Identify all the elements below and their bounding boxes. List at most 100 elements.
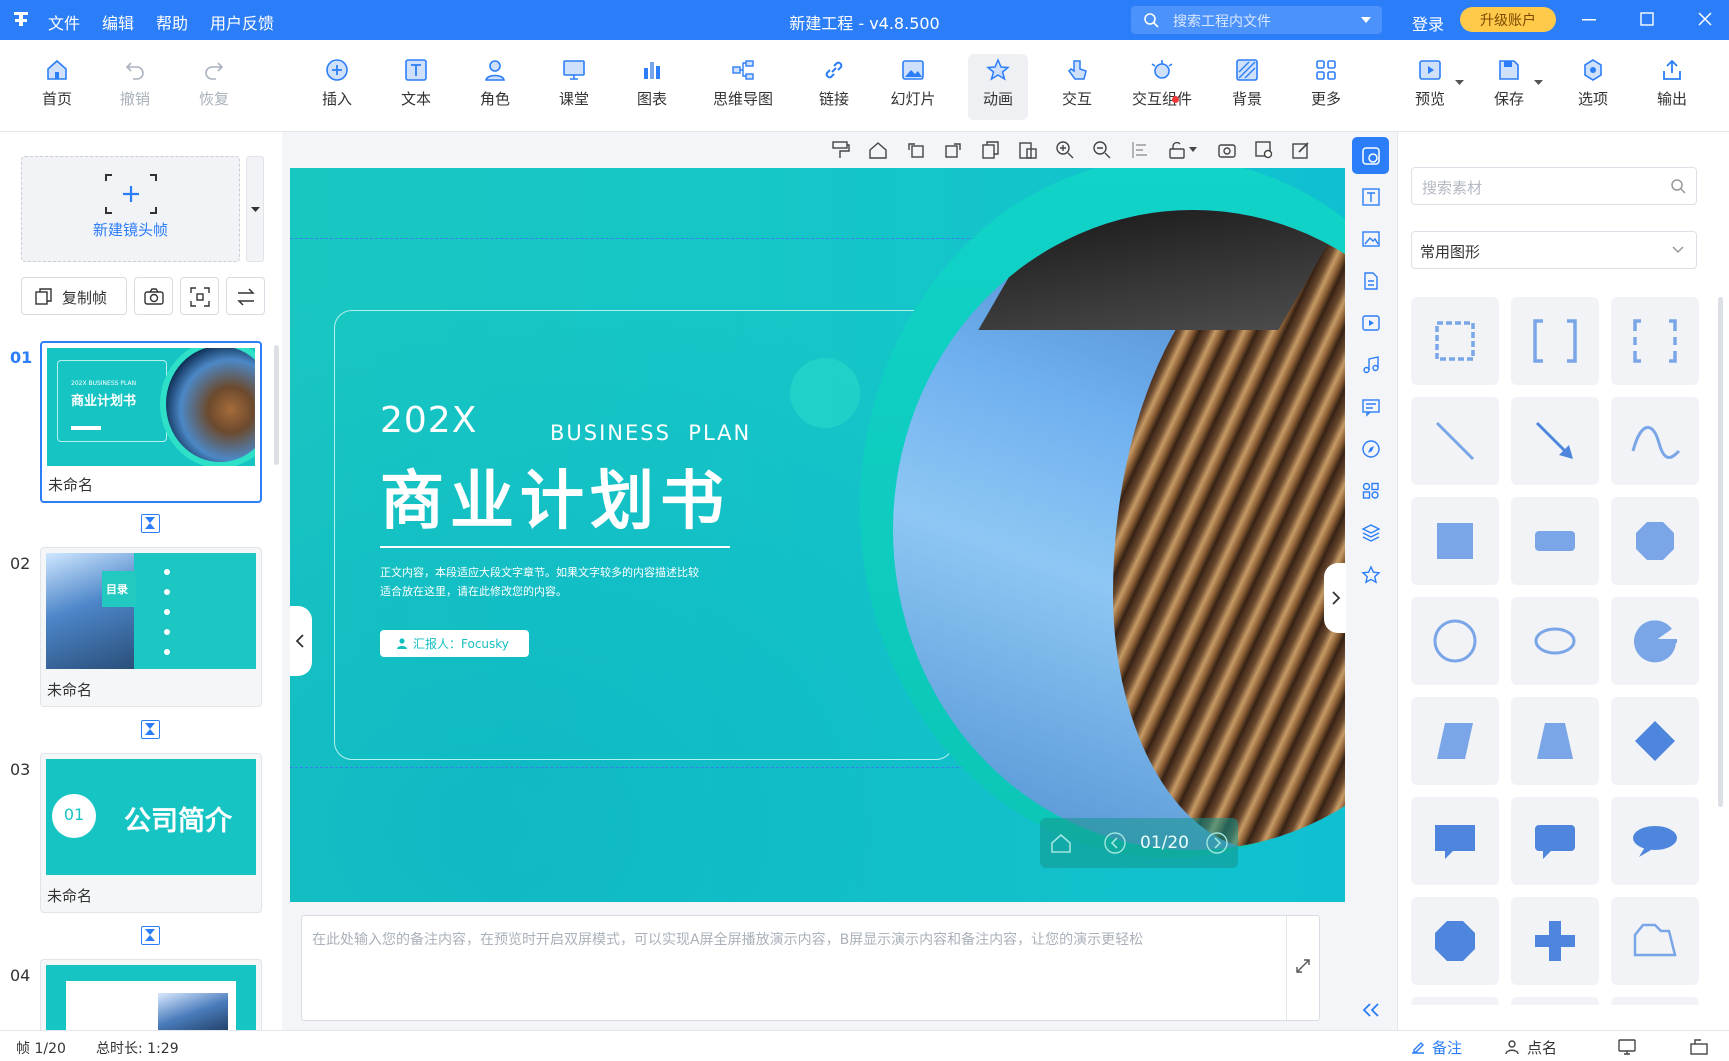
- menu-file[interactable]: 文件: [48, 10, 80, 34]
- collapse-right-button[interactable]: [1324, 563, 1346, 633]
- mindmap-button[interactable]: 思维导图: [703, 58, 783, 109]
- slide-thumb-4[interactable]: [40, 959, 262, 1031]
- screenshot-icon[interactable]: [1217, 140, 1237, 160]
- favorite-star-icon[interactable]: [1361, 565, 1381, 585]
- options-button[interactable]: 选项: [1558, 58, 1628, 109]
- login-button[interactable]: 登录: [1412, 11, 1444, 35]
- shape-frame-brackets[interactable]: [1511, 297, 1599, 385]
- preview-dropdown-icon[interactable]: [1455, 80, 1464, 86]
- insert-button[interactable]: 插入: [302, 58, 372, 109]
- minimize-icon[interactable]: [1582, 19, 1596, 21]
- paste-icon[interactable]: [1018, 140, 1038, 160]
- slide-thumb-3[interactable]: 01 公司简介 未命名: [40, 753, 262, 913]
- shape-line[interactable]: [1411, 397, 1499, 485]
- snapshot-button[interactable]: [134, 277, 173, 315]
- home-button[interactable]: 首页: [22, 58, 92, 109]
- text-button[interactable]: 文本: [381, 58, 451, 109]
- shape-frame-corners[interactable]: [1611, 297, 1699, 385]
- shape-octagon[interactable]: [1411, 897, 1499, 985]
- shape-parallelogram[interactable]: [1411, 697, 1499, 785]
- double-chevron-left-icon[interactable]: [1361, 1002, 1381, 1018]
- assets-scrollbar[interactable]: [1718, 297, 1723, 807]
- lock-dropdown-icon[interactable]: [1189, 147, 1197, 152]
- menu-help[interactable]: 帮助: [156, 10, 188, 34]
- format-painter-icon[interactable]: [831, 140, 851, 160]
- shape-octagon-rounded[interactable]: [1611, 497, 1699, 585]
- slide-thumb-1[interactable]: 202X BUSINESS PLAN 商业计划书 未命名: [40, 341, 262, 503]
- slide-thumb-2[interactable]: 目录 未命名: [40, 547, 262, 707]
- next-slide-icon[interactable]: [1206, 832, 1228, 854]
- shape-more[interactable]: [1611, 997, 1699, 1005]
- comment-icon[interactable]: [1361, 397, 1381, 417]
- close-icon[interactable]: [1698, 12, 1712, 26]
- swap-frame-button[interactable]: [226, 277, 265, 315]
- shape-curve[interactable]: [1611, 397, 1699, 485]
- shape-callout-oval[interactable]: [1611, 797, 1699, 885]
- link-button[interactable]: 链接: [799, 58, 869, 109]
- shape-arrow[interactable]: [1511, 397, 1599, 485]
- compass-icon[interactable]: [1361, 439, 1381, 459]
- home-view-icon[interactable]: [868, 140, 888, 160]
- upgrade-button[interactable]: 升级账户: [1460, 7, 1556, 32]
- rotate-left-icon[interactable]: [906, 140, 926, 160]
- settings-page-icon[interactable]: [1254, 140, 1274, 160]
- interact-button[interactable]: 交互: [1042, 58, 1112, 109]
- collapse-left-button[interactable]: [290, 606, 312, 676]
- transition-icon[interactable]: [141, 514, 160, 533]
- shape-square[interactable]: [1411, 497, 1499, 585]
- copy-icon[interactable]: [981, 140, 1001, 160]
- notes-input[interactable]: 在此处输入您的备注内容，在预览时开启双屏模式，可以实现A屏全屏播放演示内容，B屏…: [301, 915, 1320, 1021]
- window-mode-icon[interactable]: [1690, 1039, 1708, 1055]
- rotate-right-icon[interactable]: [943, 140, 963, 160]
- shape-frame-rect[interactable]: [1411, 297, 1499, 385]
- zoom-in-icon[interactable]: [1055, 140, 1075, 160]
- shape-cross[interactable]: [1511, 897, 1599, 985]
- frames-scrollbar[interactable]: [274, 345, 279, 465]
- prev-slide-icon[interactable]: [1104, 832, 1126, 854]
- shape-callout-rect[interactable]: [1411, 797, 1499, 885]
- apps-icon[interactable]: [1361, 481, 1381, 501]
- shape-pie[interactable]: [1611, 597, 1699, 685]
- copy-frame-button[interactable]: 复制帧: [21, 277, 127, 315]
- menu-edit[interactable]: 编辑: [102, 10, 134, 34]
- category-select[interactable]: 常用图形: [1411, 231, 1697, 269]
- document-icon[interactable]: [1361, 271, 1381, 291]
- background-button[interactable]: 背景: [1212, 58, 1282, 109]
- text-frame-icon[interactable]: [1361, 187, 1381, 207]
- shape-trapezoid[interactable]: [1511, 697, 1599, 785]
- export-button[interactable]: 输出: [1637, 58, 1707, 109]
- widgets-button[interactable]: 交互组件: [1124, 58, 1200, 109]
- transition-icon[interactable]: [141, 926, 160, 945]
- redo-button[interactable]: 恢复: [179, 58, 249, 109]
- animation-button[interactable]: 动画: [968, 54, 1028, 120]
- menu-feedback[interactable]: 用户反馈: [210, 10, 274, 34]
- save-dropdown-icon[interactable]: [1534, 80, 1543, 86]
- shape-more[interactable]: [1411, 997, 1499, 1005]
- maximize-icon[interactable]: [1640, 12, 1654, 26]
- slide-canvas[interactable]: 202X BUSINESS PLAN 商业计划书 正文内容，本段适应大段文字章节…: [290, 168, 1345, 902]
- expand-icon[interactable]: [1295, 958, 1311, 974]
- search-icon[interactable]: [1670, 178, 1686, 194]
- edit-icon[interactable]: [1291, 140, 1311, 160]
- lock-icon[interactable]: [1167, 140, 1187, 160]
- chevron-down-icon[interactable]: [1361, 17, 1371, 23]
- more-button[interactable]: 更多: [1291, 58, 1361, 109]
- shape-more[interactable]: [1511, 997, 1599, 1005]
- screen-icon[interactable]: [1618, 1039, 1636, 1055]
- transition-icon[interactable]: [141, 720, 160, 739]
- classroom-button[interactable]: 课堂: [539, 58, 609, 109]
- video-icon[interactable]: [1361, 313, 1381, 333]
- project-search-input[interactable]: 搜索工程内文件: [1131, 6, 1382, 34]
- rollcall-button[interactable]: 点名: [1505, 1037, 1557, 1058]
- zoom-out-icon[interactable]: [1092, 140, 1112, 160]
- music-icon[interactable]: [1361, 355, 1381, 375]
- new-frame-dropdown[interactable]: [246, 156, 264, 262]
- shape-rounded-rect[interactable]: [1511, 497, 1599, 585]
- undo-button[interactable]: 撤销: [100, 58, 170, 109]
- shape-ellipse-outline[interactable]: [1511, 597, 1599, 685]
- new-frame-button[interactable]: 新建镜头帧: [21, 156, 240, 262]
- shape-folded-corner[interactable]: [1611, 897, 1699, 985]
- layers-icon[interactable]: [1361, 523, 1381, 543]
- align-icon[interactable]: [1130, 140, 1150, 160]
- asset-search-input[interactable]: 搜索素材: [1411, 167, 1697, 205]
